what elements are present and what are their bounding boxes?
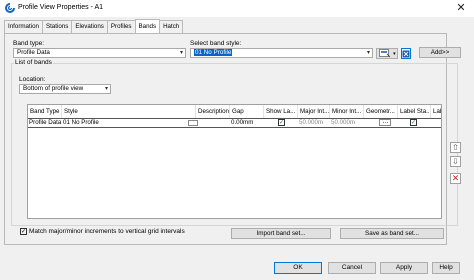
band-style-label: Select band style: [190, 40, 242, 47]
band-type-label: Band type: [13, 40, 45, 47]
cell-description[interactable] [198, 119, 228, 127]
style-browse-icon[interactable] [188, 120, 198, 126]
bands-table[interactable]: Band Type Style Description Gap Show La.… [27, 104, 442, 219]
pick-from-drawing-icon [402, 50, 410, 57]
location-value: Bottom of profile view [23, 85, 84, 92]
column-header-geometry[interactable]: Geometr... [364, 105, 398, 118]
cell-minor-interval[interactable]: 50.000m [330, 119, 364, 127]
cell-gap[interactable]: 0.00mm [230, 119, 264, 127]
save-band-set-button[interactable]: Save as band set... [340, 228, 444, 239]
location-label: Location: [19, 76, 46, 83]
band-style-dropdown[interactable]: 01 No Profile ▾ [190, 48, 373, 58]
table-row[interactable]: Profile Data 01 No Profile 0.00mm ✓ 50.0… [28, 118, 441, 128]
cell-band-type: Profile Data [29, 119, 62, 126]
chevron-down-icon: ▾ [179, 50, 183, 56]
close-icon[interactable]: ✕ [455, 2, 467, 14]
add-band-button[interactable]: Add>> [419, 47, 461, 58]
cell-label-start[interactable]: ✓ [409, 119, 421, 127]
move-up-icon[interactable]: ⇧ [450, 142, 461, 153]
chevron-down-icon: ▾ [366, 50, 370, 56]
location-dropdown[interactable]: Bottom of profile view ▾ [19, 84, 111, 94]
tab-profiles[interactable]: Profiles [106, 20, 136, 33]
cell-style: 01 No Profile [63, 119, 99, 126]
checkbox-show-labels[interactable]: ✓ [278, 119, 285, 126]
column-header-show-labels[interactable]: Show La... [264, 105, 298, 118]
match-increments-label: Match major/minor increments to vertical… [29, 228, 185, 235]
column-header-major-interval[interactable]: Major Int... [298, 105, 330, 118]
column-header-style[interactable]: Style [62, 105, 196, 118]
match-increments-row[interactable]: ✓ Match major/minor increments to vertica… [20, 228, 185, 235]
import-band-set-button[interactable]: Import band set... [231, 228, 331, 239]
column-header-gap[interactable]: Gap [230, 105, 264, 118]
tab-information[interactable]: Information [4, 20, 43, 33]
style-edit-button[interactable]: ▾ [376, 48, 398, 59]
help-button[interactable]: Help [432, 262, 460, 274]
geometry-browse-button[interactable]: ... [379, 119, 391, 126]
chevron-down-icon: ▾ [104, 86, 108, 92]
checkbox-label-start[interactable]: ✓ [410, 119, 417, 126]
column-header-minor-interval[interactable]: Minor Int... [330, 105, 364, 118]
band-type-dropdown[interactable]: Profile Data ▾ [13, 48, 186, 58]
list-of-bands-label: List of bands [14, 59, 53, 66]
move-down-icon[interactable]: ⇩ [450, 156, 461, 167]
window-title: Profile View Properties - A1 [18, 4, 104, 11]
match-increments-checkbox[interactable]: ✓ [20, 228, 27, 235]
column-header-band-type[interactable]: Band Type [28, 105, 62, 118]
column-header-description[interactable]: Description [196, 105, 230, 118]
cancel-button[interactable]: Cancel [328, 262, 376, 274]
select-style-button[interactable] [401, 48, 411, 59]
column-header-label-start[interactable]: Label Sta... [398, 105, 431, 118]
autocad-civil-icon [5, 3, 15, 13]
delete-icon[interactable]: ✕ [450, 173, 461, 184]
tab-elevations[interactable]: Elevations [71, 20, 108, 33]
ok-button[interactable]: OK [274, 262, 322, 274]
band-style-value: 01 No Profile [194, 49, 233, 56]
apply-button[interactable]: Apply [380, 262, 428, 274]
column-header-label-end[interactable]: Labe [431, 105, 441, 118]
tab-stations[interactable]: Stations [41, 20, 73, 33]
cell-major-interval[interactable]: 50.000m [298, 119, 330, 127]
style-edit-icon [379, 49, 391, 58]
band-type-value: Profile Data [17, 49, 50, 56]
tab-bands[interactable]: Bands [134, 19, 161, 33]
tab-bar: Information Stations Elevations Profiles… [4, 19, 184, 33]
title-bar: Profile View Properties - A1 ✕ [0, 0, 474, 17]
tab-hatch[interactable]: Hatch [159, 20, 184, 33]
cell-show-labels[interactable]: ✓ [277, 119, 289, 127]
